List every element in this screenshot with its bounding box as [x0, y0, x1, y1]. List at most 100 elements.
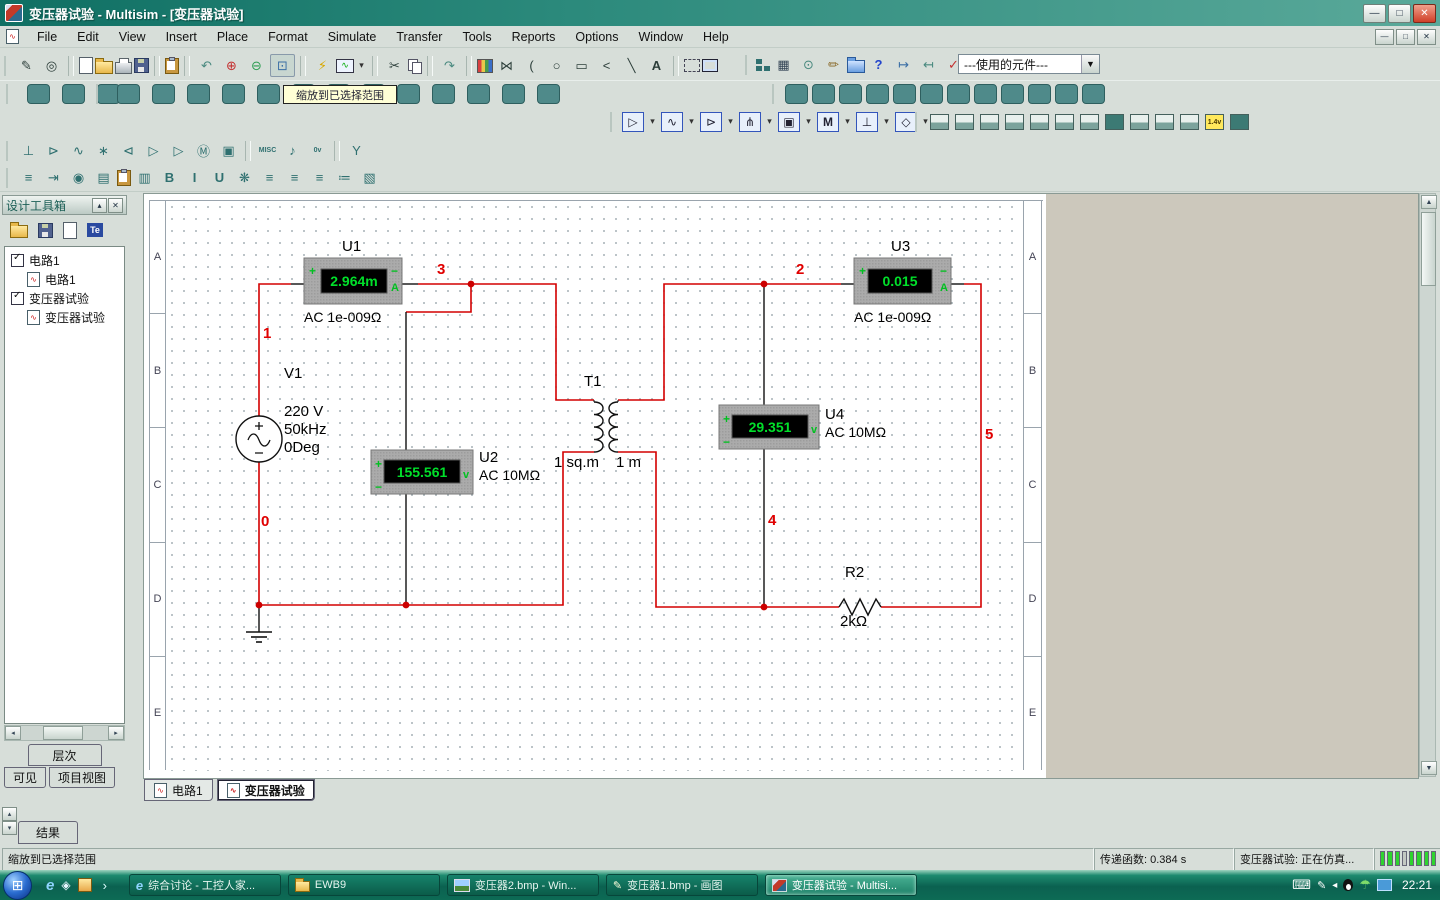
- task-multisim[interactable]: 变压器试验 - Multisi...: [765, 874, 917, 896]
- menu-reports[interactable]: Reports: [502, 28, 566, 46]
- component-group-button-27[interactable]: [1055, 84, 1078, 104]
- align-left-icon[interactable]: ≡: [258, 167, 281, 188]
- misc-components-icon[interactable]: M: [817, 112, 839, 132]
- toolbar-grip[interactable]: [772, 84, 778, 104]
- bode-plotter-icon[interactable]: [1055, 114, 1074, 130]
- selection-rect-icon[interactable]: [684, 59, 700, 72]
- scroll-up-arrow[interactable]: ▲: [1421, 195, 1437, 209]
- menu-simulate[interactable]: Simulate: [318, 28, 387, 46]
- toolbar-grip[interactable]: [6, 141, 12, 161]
- align-center-icon[interactable]: ≡: [283, 167, 306, 188]
- ttl-part-icon[interactable]: ▷: [142, 140, 165, 161]
- task-ewb9-folder[interactable]: EWB9: [288, 874, 440, 896]
- toolbox-hscrollbar[interactable]: ◂ ▸: [4, 725, 125, 741]
- open-samples-icon[interactable]: [847, 60, 865, 73]
- logic-converter-icon[interactable]: [1155, 114, 1174, 130]
- open-file-icon[interactable]: [95, 61, 113, 74]
- misc-part-icon[interactable]: MISC: [256, 140, 279, 161]
- component-group-button-12[interactable]: [397, 84, 420, 104]
- tab-visible[interactable]: 可见: [4, 767, 46, 788]
- rectangle-icon[interactable]: ▭: [570, 55, 593, 76]
- paste-icon[interactable]: [165, 58, 179, 74]
- edit-pointer-icon[interactable]: ✎: [15, 55, 38, 76]
- component-group-button-2[interactable]: [62, 84, 85, 104]
- tree-item-circuit1[interactable]: 电路1: [5, 251, 124, 270]
- motor-part-icon[interactable]: Ⓜ: [192, 140, 215, 161]
- multimeter-U3[interactable]: 0.015 + − A U3 AC 1e-009Ω: [854, 238, 951, 325]
- component-group-button-15[interactable]: [502, 84, 525, 104]
- ellipse-icon[interactable]: ○: [545, 55, 568, 76]
- component-group-button-5[interactable]: [152, 84, 175, 104]
- menu-window[interactable]: Window: [629, 28, 693, 46]
- scrollbar-thumb[interactable]: [43, 726, 83, 740]
- power-components-icon[interactable]: ⊥: [856, 112, 878, 132]
- menu-format[interactable]: Format: [258, 28, 318, 46]
- ic-dropdown-arrow[interactable]: ▾: [803, 111, 814, 132]
- help-icon[interactable]: ?: [867, 54, 890, 75]
- component-group-button-24[interactable]: [974, 84, 997, 104]
- schematic-canvas[interactable]: A B C D E A B C D E: [143, 193, 1419, 779]
- resistor-R2[interactable]: R2 2kΩ: [839, 564, 881, 630]
- new-file-icon[interactable]: [79, 57, 93, 74]
- task-bmp1-paint[interactable]: ✎ 变压器1.bmp - 画图: [606, 874, 758, 896]
- image-icon[interactable]: ▤: [92, 167, 115, 188]
- quicklaunch-expand-chevron[interactable]: ›: [103, 878, 107, 893]
- component-group-button-21[interactable]: [893, 84, 916, 104]
- tree-item-transformer-test-sheet[interactable]: 变压器试验: [5, 308, 124, 327]
- logic-analyzer-icon[interactable]: [1130, 114, 1149, 130]
- checkbox-icon[interactable]: [11, 254, 24, 267]
- multimeter-instrument-icon[interactable]: [930, 114, 949, 130]
- tree-item-transformer-test[interactable]: 变压器试验: [5, 289, 124, 308]
- diode-part-icon[interactable]: ⊳: [42, 140, 65, 161]
- mdi-restore-button[interactable]: □: [1396, 29, 1415, 45]
- component-group-button-8[interactable]: [257, 84, 280, 104]
- paint-bitmap-icon[interactable]: [477, 59, 493, 73]
- ic-components-icon[interactable]: ▣: [778, 112, 800, 132]
- toolbar-grip[interactable]: [6, 84, 12, 104]
- multimeter-U4[interactable]: 29.351 + − v U4 AC 10MΩ: [719, 405, 886, 449]
- align-right-icon[interactable]: ≡: [308, 167, 331, 188]
- current-probe-icon[interactable]: [1230, 114, 1249, 130]
- menu-insert[interactable]: Insert: [156, 28, 207, 46]
- edit-symbol-icon[interactable]: ✏: [822, 54, 845, 75]
- tab-transformer-test[interactable]: 变压器试验: [217, 779, 315, 801]
- multimeter-U2[interactable]: 155.561 + − v U2 AC 10MΩ: [371, 449, 540, 494]
- zoom-area-icon[interactable]: ⊡: [270, 54, 295, 77]
- underline-icon[interactable]: U: [208, 167, 231, 188]
- pen-tray-icon[interactable]: ✎: [1317, 879, 1326, 892]
- arc-icon[interactable]: (: [520, 55, 543, 76]
- database-manager-icon[interactable]: ⊙: [797, 54, 820, 75]
- wattmeter-icon[interactable]: [980, 114, 999, 130]
- mdi-close-button[interactable]: ✕: [1417, 29, 1436, 45]
- keyboard-tray-icon[interactable]: ⌨: [1292, 877, 1311, 893]
- analog-dropdown-arrow[interactable]: ▾: [647, 111, 658, 132]
- combobox-dropdown-arrow[interactable]: ▼: [1081, 55, 1099, 73]
- audio-part-icon[interactable]: ♪: [281, 140, 304, 161]
- tab-stop-icon[interactable]: ⇥: [42, 167, 65, 188]
- open-project-icon[interactable]: [10, 225, 28, 238]
- results-tab[interactable]: 结果: [18, 821, 78, 844]
- frequency-counter-icon[interactable]: [1080, 114, 1099, 130]
- menu-help[interactable]: Help: [693, 28, 739, 46]
- component-group-button-7[interactable]: [222, 84, 245, 104]
- mdi-minimize-button[interactable]: —: [1375, 29, 1394, 45]
- scroll-left-arrow[interactable]: ◂: [5, 726, 21, 740]
- scroll-down-arrow[interactable]: ▼: [1421, 761, 1437, 775]
- copy-icon[interactable]: [408, 59, 422, 73]
- text-tool-icon[interactable]: A: [645, 55, 668, 76]
- import-icon[interactable]: ↤: [917, 54, 940, 75]
- toolbar-grip[interactable]: [610, 112, 616, 132]
- menu-edit[interactable]: Edit: [67, 28, 109, 46]
- transistor-components-icon[interactable]: ⋔: [739, 112, 761, 132]
- component-group-button-1[interactable]: [27, 84, 50, 104]
- toolbox-close-button[interactable]: ✕: [108, 198, 123, 213]
- toolbar-grip[interactable]: [915, 112, 921, 132]
- power-source-icon[interactable]: ⊥: [17, 140, 40, 161]
- toolbar-grip[interactable]: [96, 84, 102, 104]
- menu-view[interactable]: View: [109, 28, 156, 46]
- star-part-icon[interactable]: ∗: [92, 140, 115, 161]
- function-generator-icon[interactable]: [955, 114, 974, 130]
- results-scroll-up-button[interactable]: ▴: [2, 807, 17, 821]
- source-dropdown-arrow[interactable]: ▾: [686, 111, 697, 132]
- tab-circuit1[interactable]: 电路1: [144, 779, 213, 801]
